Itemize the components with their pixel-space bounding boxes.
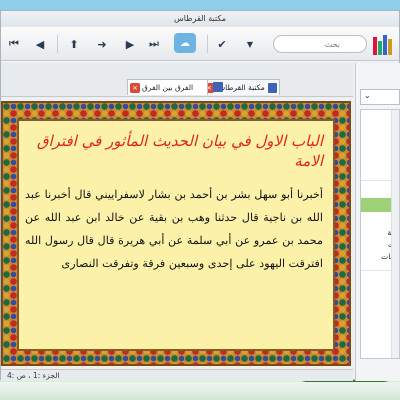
tab-bar: × مكتبة القرطاس × الفرق بين الفرق: [1, 63, 353, 97]
chapter-title: الباب الاول في بيان الحديث المأثور في اف…: [36, 132, 323, 170]
page-content: الباب الاول في بيان الحديث المأثور في اف…: [17, 119, 335, 351]
book-icon: [213, 82, 223, 92]
window-title: مكتبة القرطاس: [1, 11, 399, 27]
first-page-icon[interactable]: ⏮: [5, 35, 23, 53]
hadith-text: أخبرنا أبو سهل بشر بن أحمد بن بشار لاسفر…: [25, 188, 323, 270]
next-icon[interactable]: ▶: [121, 35, 139, 53]
tab-book[interactable]: × الفرق بين الفرق: [127, 79, 209, 95]
toolbar: ⏮ ◀ ⬆ ➜ ▶ ⏭ ☁ ✔ ▼: [1, 27, 399, 61]
tab-label: مكتبة القرطاس: [216, 83, 265, 92]
index-tree: فة ت عات: [360, 109, 400, 359]
last-page-icon[interactable]: ⏭: [145, 35, 163, 53]
app-window: مكتبة القرطاس ⏮ ◀ ⬆ ➜ ▶ ⏭ ☁ ✔ ▼ × مكتبة …: [0, 10, 400, 381]
upload-icon[interactable]: ⬆: [65, 35, 83, 53]
taskbar: [0, 382, 400, 400]
book-viewer: الباب الاول في بيان الحديث المأثور في اف…: [1, 101, 353, 369]
prev-icon[interactable]: ➜: [93, 35, 111, 53]
tab-label: الفرق بين الفرق: [142, 83, 194, 92]
search-box[interactable]: [273, 35, 367, 53]
toolbar-separator: [207, 35, 208, 53]
search-input[interactable]: [280, 37, 340, 51]
search-icon[interactable]: ☁: [174, 33, 196, 53]
scrollbar[interactable]: [391, 110, 399, 358]
side-panel: ⌄ فة ت عات: [355, 63, 400, 381]
book-select-dropdown[interactable]: ⌄: [360, 89, 400, 105]
dropdown-arrow-icon[interactable]: ▼: [241, 35, 259, 53]
toolbar-separator: [57, 35, 58, 53]
chevron-down-icon: ⌄: [364, 91, 371, 100]
document-icon: [267, 83, 277, 93]
back-icon[interactable]: ◀: [31, 35, 49, 53]
ornamental-frame: الباب الاول في بيان الحديث المأثور في اف…: [1, 101, 351, 366]
status-bar: الجزء :1 ، ص :4: [1, 369, 353, 381]
books-icon[interactable]: [373, 33, 395, 55]
check-icon[interactable]: ✔: [213, 35, 231, 53]
close-icon[interactable]: ×: [130, 83, 140, 93]
